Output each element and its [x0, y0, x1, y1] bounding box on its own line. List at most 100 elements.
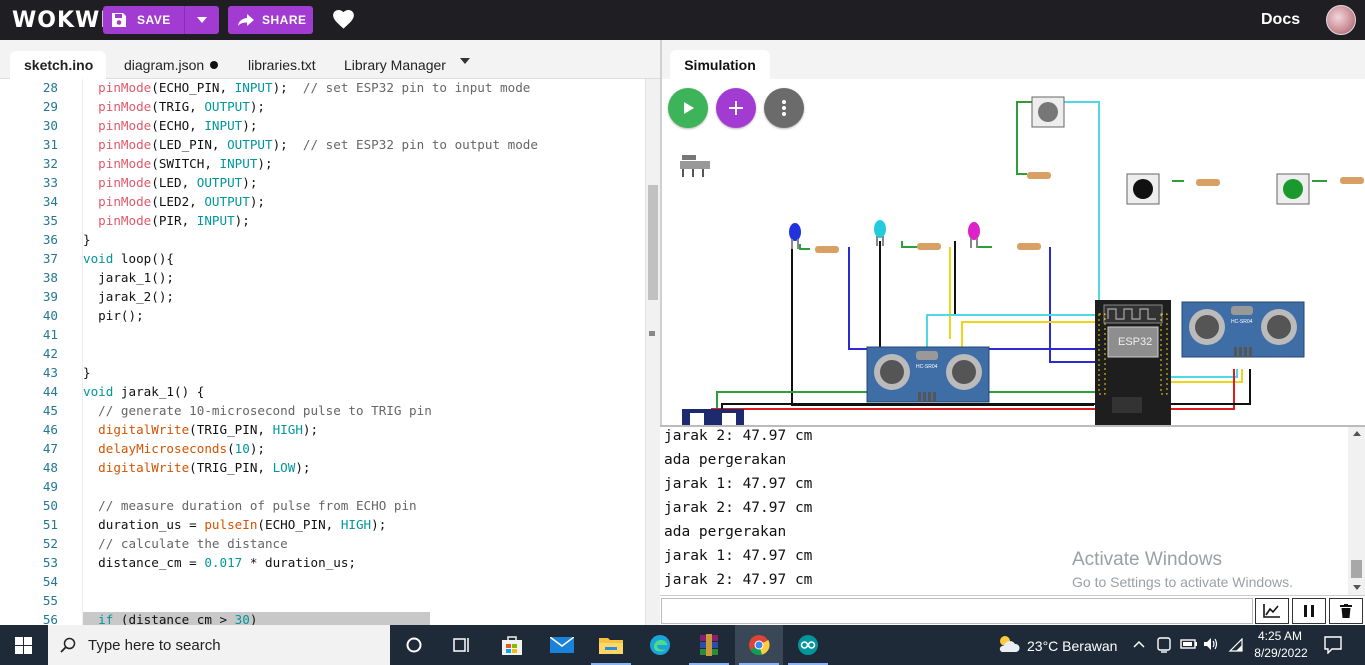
taskbar-store[interactable] [488, 625, 536, 665]
line-number: 30 [42, 118, 58, 133]
code-line[interactable]: 50 // measure duration of pulse from ECH… [0, 498, 645, 517]
tab-sketch-ino[interactable]: sketch.ino [10, 51, 106, 79]
ultrasonic-sensor-right[interactable]: HC-SR04 [1181, 301, 1305, 358]
pushbutton-green[interactable] [1276, 173, 1310, 205]
code-line[interactable]: 47 delayMicroseconds(10); [0, 441, 645, 460]
code-line[interactable]: 56 if (distance_cm > 30) [0, 612, 645, 625]
code-line[interactable]: 31 pinMode(LED_PIN, OUTPUT); // set ESP3… [0, 137, 645, 156]
code-line[interactable]: 51 duration_us = pulseIn(ECHO_PIN, HIGH)… [0, 517, 645, 536]
save-options-button[interactable] [185, 6, 219, 34]
line-number: 29 [42, 99, 58, 114]
code-token: ); [257, 156, 273, 171]
pushbutton-gray[interactable] [1031, 96, 1065, 128]
more-options-button[interactable] [764, 88, 804, 128]
people-icon[interactable] [1157, 637, 1171, 653]
serial-scrollbar-thumb[interactable] [1351, 560, 1362, 578]
code-line[interactable]: 38 jarak_1(); [0, 270, 645, 289]
scroll-down-icon[interactable] [1353, 585, 1361, 590]
code-line[interactable]: 29 pinMode(TRIG, OUTPUT); [0, 99, 645, 118]
code-token: // generate 10-microsecond pulse to TRIG… [98, 403, 432, 418]
clock-date[interactable]: 8/29/2022 [1252, 646, 1310, 660]
code-line[interactable]: 34 pinMode(LED2, OUTPUT); [0, 194, 645, 213]
taskbar-mail[interactable] [538, 625, 586, 665]
taskbar-arduino[interactable] [784, 625, 832, 665]
taskbar-file-explorer[interactable] [587, 625, 635, 665]
slide-switch[interactable] [680, 155, 710, 177]
wifi-icon[interactable] [1227, 638, 1243, 652]
code-line[interactable]: 41 [0, 327, 645, 346]
code-line[interactable]: 30 pinMode(ECHO, INPUT); [0, 118, 645, 137]
code-line[interactable]: 45 // generate 10-microsecond pulse to T… [0, 403, 645, 422]
code-line[interactable]: 32 pinMode(SWITCH, INPUT); [0, 156, 645, 175]
code-token: jarak_1(); [83, 270, 174, 285]
taskbar-search-box[interactable]: Type here to search [48, 625, 390, 665]
chart-line-icon [1263, 604, 1280, 618]
code-line[interactable]: 40 pir(); [0, 308, 645, 327]
code-line[interactable]: 42 [0, 346, 645, 365]
taskbar-chrome[interactable] [735, 625, 783, 665]
code-token: ); [242, 118, 258, 133]
code-line[interactable]: 37 void loop(){ [0, 251, 645, 270]
start-button[interactable] [0, 625, 47, 665]
clock-time[interactable]: 4:25 AM [1257, 629, 1303, 643]
share-button[interactable]: SHARE [228, 6, 313, 34]
tab-diagram-json[interactable]: diagram.json [110, 51, 232, 79]
tab-libraries-txt[interactable]: libraries.txt [234, 51, 330, 79]
line-text: } [83, 365, 91, 380]
code-line[interactable]: 33 pinMode(LED, OUTPUT); [0, 175, 645, 194]
user-avatar[interactable] [1326, 5, 1356, 35]
code-token: (TRIG_PIN, [189, 422, 273, 437]
pause-button[interactable] [1292, 598, 1326, 624]
esp32-board[interactable]: ESP32 [1095, 300, 1171, 425]
battery-icon[interactable] [1180, 638, 1198, 650]
heart-icon[interactable] [333, 10, 354, 29]
code-line[interactable]: 35 pinMode(PIR, INPUT); [0, 213, 645, 232]
editor-scrollbar-thumb[interactable] [648, 185, 658, 300]
code-line[interactable]: 52 // calculate the distance [0, 536, 645, 555]
code-line[interactable]: 55 [0, 593, 645, 612]
code-line[interactable]: 43} [0, 365, 645, 384]
add-part-button[interactable] [716, 88, 756, 128]
code-line[interactable]: 48 digitalWrite(TRIG_PIN, LOW); [0, 460, 645, 479]
code-line[interactable]: 46 digitalWrite(TRIG_PIN, HIGH); [0, 422, 645, 441]
led-magenta[interactable] [968, 222, 980, 248]
tab-simulation[interactable]: Simulation [670, 50, 770, 79]
code-line[interactable]: 39 jarak_2(); [0, 289, 645, 308]
code-line[interactable]: 53 distance_cm = 0.017 * duration_us; [0, 555, 645, 574]
pushbutton-black[interactable] [1126, 173, 1160, 205]
volume-icon[interactable] [1203, 637, 1219, 651]
code-line[interactable]: 36} [0, 232, 645, 251]
start-simulation-button[interactable] [668, 88, 708, 128]
serial-monitor-output[interactable]: Activate Windows Go to Settings to activ… [660, 425, 1365, 595]
weather-text[interactable]: 23°C Berawan [1027, 638, 1117, 654]
ultrasonic-sensor-left[interactable]: HC-SR04 [866, 346, 990, 403]
code-line[interactable]: 28 pinMode(ECHO_PIN, INPUT); // set ESP3… [0, 80, 645, 99]
taskbar-winrar[interactable] [685, 625, 733, 665]
code-token: pir(); [83, 308, 144, 323]
serial-input-field[interactable] [661, 598, 1253, 624]
code-token: INPUT [234, 80, 273, 95]
task-view-button[interactable] [438, 625, 486, 665]
notifications-icon[interactable] [1324, 636, 1342, 654]
tabs-menu-caret-icon[interactable] [460, 58, 470, 64]
simulation-canvas[interactable]: HC-SR04 HC-SR04 ESP32 [662, 79, 1365, 425]
serial-scrollbar[interactable] [1348, 427, 1365, 595]
save-button[interactable]: SAVE [103, 6, 185, 34]
scroll-up-icon[interactable] [1353, 431, 1361, 436]
code-line[interactable]: 44 void jarak_1() { [0, 384, 645, 403]
editor-scrollbar[interactable] [645, 79, 660, 625]
plotter-button[interactable] [1255, 598, 1289, 624]
code-line[interactable]: 49 [0, 479, 645, 498]
line-number: 35 [42, 213, 58, 228]
cortana-button[interactable] [390, 625, 438, 665]
chevron-up-icon[interactable] [1133, 640, 1145, 648]
taskbar-edge[interactable] [636, 625, 684, 665]
code-editor[interactable]: 28 pinMode(ECHO_PIN, INPUT); // set ESP3… [0, 79, 645, 625]
code-line[interactable]: 54 [0, 574, 645, 593]
search-icon [60, 637, 76, 653]
docs-link[interactable]: Docs [1261, 11, 1300, 29]
clear-button[interactable] [1329, 598, 1363, 624]
tab-library-manager[interactable]: Library Manager [330, 51, 460, 79]
folder-icon [599, 638, 623, 654]
wokwi-logo[interactable]: WOKWI [12, 8, 108, 33]
